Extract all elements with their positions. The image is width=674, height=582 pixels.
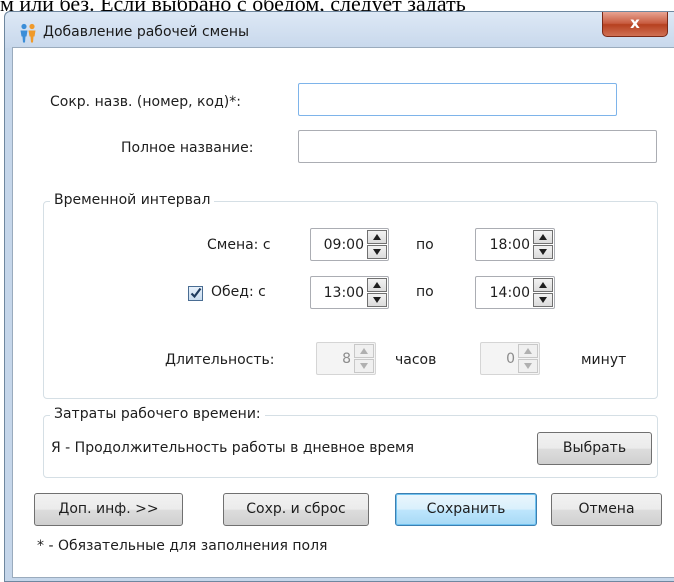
add-shift-dialog: Добавление рабочей смены x Сокр. назв. (… — [4, 11, 674, 582]
cancel-button[interactable]: Отмена — [551, 493, 662, 526]
lunch-start-down-button[interactable] — [367, 293, 387, 307]
select-button[interactable]: Выбрать — [537, 432, 652, 465]
save-and-reset-button[interactable]: Сохр. и сброс — [223, 493, 369, 526]
lunch-from-label: Обед: с — [211, 284, 266, 300]
dialog-content: Сокр. назв. (номер, код)*: Полное назван… — [12, 47, 674, 578]
arrow-down-icon — [539, 297, 547, 303]
arrow-up-icon — [373, 282, 381, 288]
shift-from-label: Смена: с — [207, 237, 271, 253]
minutes-down-button — [518, 359, 538, 373]
lunch-start-up-button[interactable] — [367, 278, 387, 292]
shift-end-value: 18:00 — [489, 237, 530, 253]
lunch-end-value: 14:00 — [489, 285, 530, 301]
lunch-start-spinner[interactable]: 13:00 — [310, 276, 389, 309]
shift-end-up-button[interactable] — [533, 230, 553, 244]
shift-start-spinner[interactable]: 09:00 — [310, 228, 389, 261]
short-name-label: Сокр. назв. (номер, код)*: — [50, 94, 241, 110]
lunch-end-spinner[interactable]: 14:00 — [475, 276, 555, 309]
people-icon — [17, 23, 39, 43]
arrow-up-icon — [539, 234, 547, 240]
hours-value: 8 — [342, 351, 351, 367]
time-interval-title: Временной интервал — [50, 192, 215, 208]
minutes-label: минут — [581, 352, 627, 368]
work-time-cost-value: Я - Продолжительность работы в дневное в… — [51, 440, 415, 456]
hours-up-button — [354, 344, 374, 358]
minutes-value: 0 — [506, 351, 515, 367]
checkmark-icon — [190, 287, 202, 299]
more-info-button[interactable]: Доп. инф. >> — [34, 493, 183, 526]
required-fields-note: * - Обязательные для заполнения поля — [37, 538, 328, 554]
duration-label: Длительность: — [165, 352, 275, 368]
minutes-spinner: 0 — [480, 342, 540, 375]
close-button[interactable]: x — [602, 12, 668, 37]
full-name-input[interactable] — [298, 130, 657, 163]
minutes-up-button — [518, 344, 538, 358]
arrow-down-icon — [373, 249, 381, 255]
title-bar[interactable]: Добавление рабочей смены x — [5, 12, 674, 48]
background-document-text: м или без. Если выбрано с обедом, следуе… — [0, 0, 674, 11]
shift-start-value: 09:00 — [323, 237, 364, 253]
arrow-up-icon — [360, 348, 368, 354]
save-button[interactable]: Сохранить — [395, 493, 537, 526]
arrow-down-icon — [373, 297, 381, 303]
window-title: Добавление рабочей смены — [43, 24, 250, 40]
time-interval-group: Временной интервал Смена: с 09:00 по 18:… — [43, 192, 658, 399]
arrow-down-icon — [539, 249, 547, 255]
arrow-up-icon — [524, 348, 532, 354]
short-name-input[interactable] — [298, 83, 617, 116]
shift-end-spinner[interactable]: 18:00 — [475, 228, 555, 261]
lunch-start-value: 13:00 — [323, 285, 364, 301]
hours-spinner: 8 — [316, 342, 376, 375]
arrow-down-icon — [360, 363, 368, 369]
lunch-checkbox[interactable] — [188, 286, 203, 301]
arrow-down-icon — [524, 363, 532, 369]
arrow-up-icon — [373, 234, 381, 240]
close-icon: x — [630, 14, 640, 32]
shift-to-label: по — [416, 237, 434, 253]
work-time-cost-title: Затраты рабочего времени: — [50, 406, 265, 422]
hours-down-button — [354, 359, 374, 373]
lunch-end-up-button[interactable] — [533, 278, 553, 292]
lunch-to-label: по — [416, 284, 434, 300]
lunch-end-down-button[interactable] — [533, 293, 553, 307]
shift-start-up-button[interactable] — [367, 230, 387, 244]
hours-label: часов — [395, 352, 437, 368]
arrow-up-icon — [539, 282, 547, 288]
shift-start-down-button[interactable] — [367, 245, 387, 259]
work-time-cost-group: Затраты рабочего времени: Я - Продолжите… — [43, 406, 658, 478]
shift-end-down-button[interactable] — [533, 245, 553, 259]
full-name-label: Полное название: — [121, 140, 254, 156]
